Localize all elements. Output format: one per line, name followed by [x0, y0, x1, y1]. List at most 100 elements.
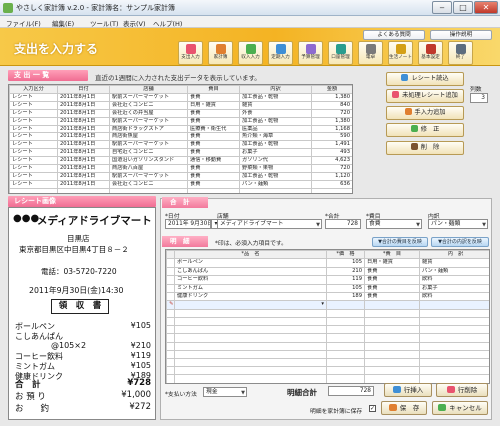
- table-row[interactable]: レシート 2011年8月1日 駅前スーパーマーケット 食費 加工食品・乾物 1,380: [9, 116, 352, 126]
- grid-row[interactable]: 健康ドリンク 189 食費 飲料: [166, 292, 489, 302]
- expense-list-table[interactable]: 入力区分 日付 店舗 費目 内訳 金額 レシート 2011年8月1日 駅前スーパーマーケット食…: [8, 84, 353, 194]
- grid-row[interactable]: コーヒー飲料 119 食費 飲料: [166, 275, 489, 285]
- grid-cell[interactable]: 健康ドリンク: [174, 292, 327, 302]
- edit-pencil-icon: ✎: [166, 300, 175, 310]
- column-header[interactable]: 日付: [57, 85, 110, 94]
- table-cell: 駅前スーパーマーケット: [109, 140, 188, 150]
- save-to-book-checkbox[interactable]: ✓: [369, 405, 376, 412]
- manual-button[interactable]: 操作説明: [430, 30, 492, 40]
- toolbar-button-9[interactable]: 基本設定: [418, 41, 443, 65]
- toolbar-button-7[interactable]: 電卓: [358, 41, 383, 65]
- grid-cell[interactable]: 食費: [364, 266, 420, 277]
- grid-cell[interactable]: お菓子: [419, 283, 489, 294]
- close-button[interactable]: ✕: [474, 1, 498, 14]
- grid-cell[interactable]: こしあんぱん: [174, 266, 327, 277]
- table-row[interactable]: レシート 2011年8月1日 商店街魚屋 食費 魚介類・海草 590: [9, 132, 352, 142]
- date-field[interactable]: 2011年 9月30日: [165, 219, 211, 229]
- manual-add-button[interactable]: 手入力追加: [386, 106, 464, 120]
- category-select[interactable]: 食費 ▼: [366, 219, 422, 229]
- table-row[interactable]: レシート 2011年8月1日 商店街ドラッグストア 医療費・衛生代 医薬品 1,168: [9, 124, 352, 134]
- apply-subcategory-button[interactable]: ▼合計の内訳を反映: [431, 237, 489, 247]
- column-header[interactable]: 入力区分: [9, 85, 58, 94]
- table-row[interactable]: レシート 2011年8月1日 駅前スーパーマーケット 食費 加工食品・乾物 1,491: [9, 140, 352, 150]
- delete-button[interactable]: 削 除: [386, 141, 464, 155]
- toolbar-button-3[interactable]: 収入入力: [238, 41, 263, 65]
- cancel-button[interactable]: キャンセル: [432, 401, 488, 415]
- table-row[interactable]: レシート 2011年8月1日 会社近くコンビニ 食費 パン・麺類 636: [9, 179, 352, 189]
- row-selector[interactable]: [166, 258, 175, 268]
- grid-cell[interactable]: ボールペン: [174, 258, 327, 268]
- count-field[interactable]: 3: [470, 93, 488, 103]
- column-header[interactable]: 費目: [187, 85, 240, 94]
- row-selector[interactable]: [166, 292, 175, 302]
- grid-cell[interactable]: 飲料: [419, 275, 489, 285]
- toolbar-button-1[interactable]: 支出入力: [178, 41, 203, 65]
- column-header[interactable]: 内訳: [239, 85, 312, 94]
- unprocessed-receipt-button[interactable]: 未処理レシート追加: [386, 89, 464, 103]
- row-selector[interactable]: [166, 266, 175, 277]
- edit-button[interactable]: 修 正: [386, 123, 464, 137]
- menu-edit[interactable]: 編集(E): [52, 18, 74, 28]
- grid-cell[interactable]: 雑貨: [419, 258, 489, 268]
- apply-category-button[interactable]: ▼合計の費目を反映: [372, 237, 428, 247]
- save-button[interactable]: 保 存: [381, 401, 427, 415]
- store-field[interactable]: メディアドライブマート ▼: [217, 219, 322, 229]
- grid-cell[interactable]: 189: [326, 292, 365, 302]
- table-row[interactable]: レシート 2011年8月1日 会社近くコンビニ 日用・雑貨 雑貨 840: [9, 100, 352, 110]
- maximize-button[interactable]: □: [453, 1, 473, 14]
- new-entry-cell[interactable]: [326, 300, 365, 310]
- column-header[interactable]: 金額: [311, 85, 352, 94]
- detail-grid[interactable]: *品 名 *価 格 *費 目内 訳 ボールペン 105 日用・雑貨 雑貨 こしあんぱん 210…: [165, 249, 490, 384]
- toolbar-button-8[interactable]: 生活ノート: [388, 41, 413, 65]
- empty-grid-cell: [419, 333, 489, 343]
- read-receipt-button[interactable]: レシート読込: [386, 72, 464, 86]
- table-row[interactable]: レシート 2011年8月1日 国道沿いガソリンスタンド 通信・移動費 ガソリン代 4,62…: [9, 156, 352, 166]
- grid-cell[interactable]: 食費: [364, 275, 420, 285]
- table-row[interactable]: レシート 2011年8月1日 駅前スーパーマーケット 食費 加工食品・乾物 1,120: [9, 171, 352, 181]
- table-row[interactable]: レシート 2011年8月1日 駅前スーパーマーケット 食費 加工食品・乾物 1,380: [9, 92, 352, 102]
- table-row[interactable]: レシート 2011年8月1日 商店街八百屋 食費 野菜類・果物 720: [9, 164, 352, 173]
- row-selector[interactable]: [166, 283, 175, 294]
- grid-cell[interactable]: ミントガム: [174, 283, 327, 294]
- toolbar-button-2[interactable]: 家計簿: [208, 41, 233, 65]
- menu-file[interactable]: ファイル(F): [6, 18, 41, 28]
- new-entry-cell[interactable]: ▾: [174, 300, 327, 310]
- grid-cell[interactable]: パン・麺類: [419, 266, 489, 277]
- table-row[interactable]: レシート 2011年8月1日 会社近くの弁当屋 食費 外食 720: [9, 108, 352, 118]
- toolbar-button-5[interactable]: 予算管理: [298, 41, 323, 65]
- grid-row[interactable]: こしあんぱん 210 食費 パン・麺類: [166, 266, 489, 277]
- grid-cell[interactable]: 210: [326, 266, 365, 277]
- receipt-address: 東京都目黒区中目黒4丁目８－２: [19, 245, 129, 254]
- grid-cell[interactable]: 105: [326, 283, 365, 294]
- grid-cell[interactable]: コーヒー飲料: [174, 275, 327, 285]
- column-header[interactable]: 店舗: [109, 85, 188, 94]
- grid-cell[interactable]: 飲料: [419, 292, 489, 302]
- grid-cell[interactable]: 食費: [364, 283, 420, 294]
- row-selector[interactable]: [166, 275, 175, 285]
- new-entry-row[interactable]: ✎ ▾: [166, 300, 489, 310]
- table-cell: 1,120: [311, 171, 352, 181]
- payment-select[interactable]: 現金 ▼: [203, 387, 247, 397]
- insert-row-button[interactable]: 行挿入: [384, 383, 432, 397]
- grid-cell[interactable]: 105: [326, 258, 365, 268]
- menu-help[interactable]: ヘルプ(H): [153, 18, 182, 28]
- grid-row[interactable]: ボールペン 105 日用・雑貨 雑貨: [166, 258, 489, 268]
- grid-row[interactable]: ミントガム 105 食費 お菓子: [166, 283, 489, 294]
- grid-cell[interactable]: 食費: [364, 292, 420, 302]
- grid-cell[interactable]: 119: [326, 275, 365, 285]
- menu-tools[interactable]: ツール(T): [90, 18, 119, 28]
- subcategory-select[interactable]: パン・麺類 ▼: [428, 219, 488, 229]
- menu-view[interactable]: 表示(V): [123, 18, 146, 28]
- grid-cell[interactable]: 日用・雑貨: [364, 258, 420, 268]
- minimize-button[interactable]: ‒: [432, 1, 452, 14]
- faq-button[interactable]: よくある質問: [363, 30, 425, 40]
- toolbar-button-4[interactable]: 定期入力: [268, 41, 293, 65]
- new-entry-cell[interactable]: [364, 300, 420, 310]
- toolbar-button-10[interactable]: 終了: [448, 41, 473, 65]
- delete-row-button[interactable]: 行削除: [436, 383, 488, 397]
- toolbar-button-6[interactable]: 口座管理: [328, 41, 353, 65]
- amount-field[interactable]: 728: [325, 219, 361, 229]
- new-entry-cell[interactable]: [419, 300, 489, 310]
- table-row[interactable]: レシート 2011年8月1日 自宅近くコンビニ 食費 お菓子 493: [9, 148, 352, 158]
- store-value: メディアドライブマート: [220, 221, 284, 227]
